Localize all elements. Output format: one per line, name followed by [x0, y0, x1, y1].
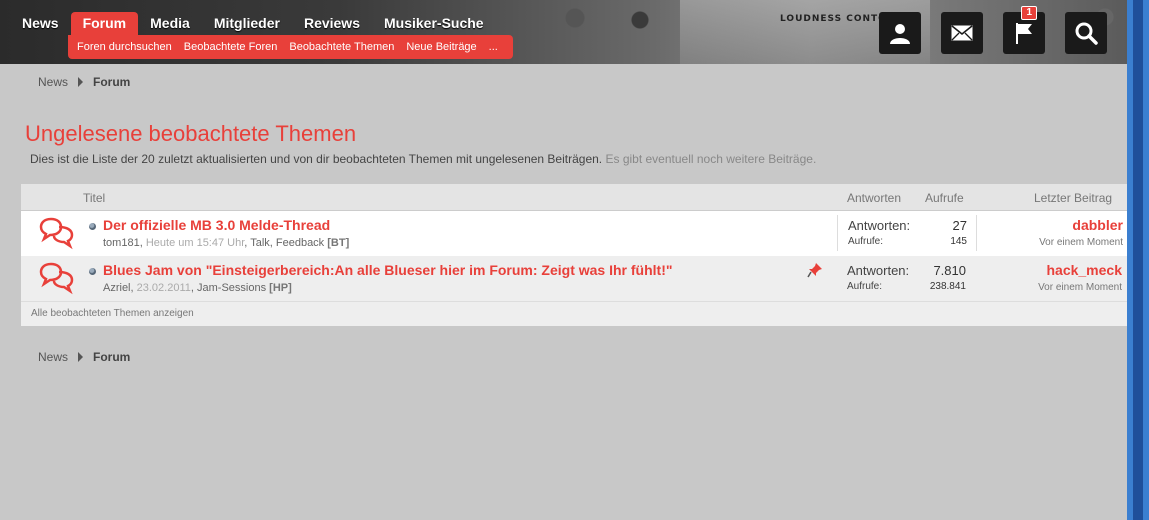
page-description-text: Dies ist die Liste der 20 zuletzt aktual…	[30, 152, 603, 166]
thread-prefix: [BT]	[327, 237, 350, 249]
site-header: LOUDNESS CONTOUR News Forum Media Mitgli…	[0, 0, 1127, 64]
subnav-beobachtete-themen[interactable]: Beobachtete Themen	[283, 41, 400, 53]
breadcrumb-forum[interactable]: Forum	[93, 350, 130, 364]
unread-indicator-icon[interactable]	[89, 223, 96, 230]
breadcrumb-news[interactable]: News	[38, 350, 68, 364]
table-row: Der offizielle MB 3.0 Melde-Thread tom18…	[21, 211, 1127, 256]
breadcrumb-news[interactable]: News	[38, 75, 68, 89]
thread-author[interactable]: Azriel	[103, 282, 131, 294]
page-description: Dies ist die Liste der 20 zuletzt aktual…	[30, 152, 816, 166]
alerts-badge: 1	[1021, 6, 1037, 20]
subnav-beobachtete-foren[interactable]: Beobachtete Foren	[178, 41, 284, 53]
thread-title[interactable]: Blues Jam von "Einsteigerbereich:An alle…	[103, 262, 673, 278]
thread-date[interactable]: 23.02.2011	[137, 282, 191, 294]
messages-button[interactable]	[941, 12, 983, 54]
thread-meta: tom181, Heute um 15:47 Uhr, Talk, Feedba…	[103, 237, 350, 249]
discussion-bubble-icon	[39, 262, 74, 295]
watched-threads-table: Titel Antworten Aufrufe Letzter Beitrag …	[21, 184, 1127, 326]
nav-item-media[interactable]: Media	[138, 12, 202, 36]
flag-icon	[1016, 23, 1032, 44]
breadcrumb-bottom: News Forum	[38, 350, 130, 364]
alerts-button[interactable]: 1	[1003, 6, 1045, 54]
discussion-bubble-icon	[39, 217, 74, 250]
thread-stats: Antworten: 27 Aufrufe: 145	[837, 215, 969, 251]
table-footer: Alle beobachteten Themen anzeigen	[21, 301, 1127, 326]
breadcrumb-forum[interactable]: Forum	[93, 75, 130, 89]
last-post-user[interactable]: dabbler	[1072, 217, 1123, 233]
nav-item-reviews[interactable]: Reviews	[292, 12, 372, 36]
nav-item-musiker-suche[interactable]: Musiker-Suche	[372, 12, 496, 36]
thread-date[interactable]: Heute um 15:47 Uhr	[146, 237, 244, 249]
last-post-time[interactable]: Vor einem Moment	[1039, 237, 1123, 248]
header-replies[interactable]: Antworten	[847, 191, 901, 205]
thread-stats: Antworten: 7.810 Aufrufe: 238.841	[837, 260, 968, 296]
thread-title[interactable]: Der offizielle MB 3.0 Melde-Thread	[103, 217, 330, 233]
nav-item-mitglieder[interactable]: Mitglieder	[202, 12, 292, 36]
last-post-user[interactable]: hack_meck	[1046, 262, 1122, 278]
search-icon	[1075, 22, 1098, 45]
replies-count: 27	[952, 218, 967, 233]
header-title[interactable]: Titel	[83, 191, 105, 205]
thread-meta: Azriel, 23.02.2011, Jam-Sessions [HP]	[103, 282, 292, 294]
table-row: Blues Jam von "Einsteigerbereich:An alle…	[21, 256, 1127, 301]
thread-forum[interactable]: Talk, Feedback	[250, 237, 324, 249]
last-post-time[interactable]: Vor einem Moment	[1038, 282, 1122, 293]
breadcrumb-arrow-icon	[78, 352, 84, 362]
subnav-neue-beitraege[interactable]: Neue Beiträge	[400, 41, 482, 53]
thread-author[interactable]: tom181	[103, 237, 140, 249]
forum-subnav: Foren durchsuchen Beobachtete Foren Beob…	[68, 35, 513, 59]
page-description-more: Es gibt eventuell noch weitere Beiträge.	[605, 152, 817, 166]
header-views[interactable]: Aufrufe	[925, 191, 964, 205]
window-scrollbar[interactable]	[1127, 0, 1149, 520]
views-count: 238.841	[929, 281, 966, 292]
breadcrumb-arrow-icon	[78, 77, 84, 87]
unread-indicator-icon[interactable]	[89, 268, 96, 275]
envelope-icon	[951, 25, 973, 41]
subnav-more[interactable]: ...	[483, 41, 504, 53]
show-all-watched-link[interactable]: Alle beobachteten Themen anzeigen	[31, 308, 194, 319]
last-post: dabbler Vor einem Moment	[976, 215, 1123, 251]
subnav-foren-durchsuchen[interactable]: Foren durchsuchen	[71, 41, 178, 53]
views-label: Aufrufe:	[848, 236, 884, 247]
last-post: hack_meck Vor einem Moment	[976, 260, 1122, 296]
replies-label: Antworten:	[848, 218, 911, 233]
nav-item-forum[interactable]: Forum	[70, 12, 139, 36]
account-button[interactable]	[879, 12, 921, 54]
main-nav: News Forum Media Mitglieder Reviews Musi…	[10, 12, 496, 36]
nav-item-news[interactable]: News	[10, 12, 71, 36]
user-icon	[890, 24, 910, 44]
header-last-post[interactable]: Letzter Beitrag	[1034, 191, 1112, 205]
table-header: Titel Antworten Aufrufe Letzter Beitrag	[21, 184, 1127, 211]
thread-forum[interactable]: Jam-Sessions	[197, 282, 266, 294]
breadcrumb-top: News Forum	[38, 75, 130, 89]
replies-count: 7.810	[933, 263, 966, 278]
page-title: Ungelesene beobachtete Themen	[25, 121, 357, 146]
views-count: 145	[950, 236, 967, 247]
thread-prefix: [HP]	[269, 282, 292, 294]
search-button[interactable]	[1065, 12, 1107, 54]
views-label: Aufrufe:	[847, 281, 883, 292]
sticky-pin-icon	[807, 263, 822, 278]
replies-label: Antworten:	[847, 263, 910, 278]
